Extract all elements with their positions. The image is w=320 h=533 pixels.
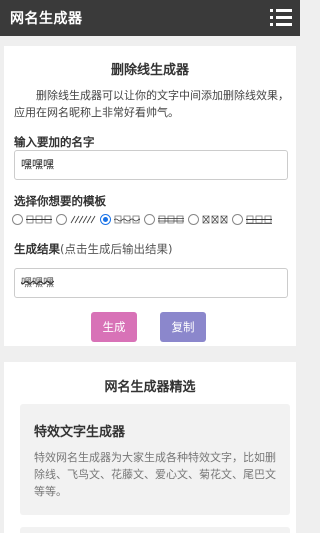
radio-button[interactable] (144, 214, 155, 225)
result-text: 嘿嘿嘿 (21, 276, 54, 289)
radio-button[interactable] (232, 214, 243, 225)
cross-sample-icon (202, 215, 228, 224)
featured-heading: 网名生成器精选 (104, 380, 196, 395)
copy-button[interactable]: 复制 (160, 312, 206, 342)
generator-description: 删除线生成器可以让你的文字中间添加删除线效果，应用在网名昵称上非常好看帅气。 (14, 89, 289, 119)
result-hint: (点击生成后输出结果) (60, 242, 173, 256)
result-label-text: 生成结果 (14, 242, 60, 256)
featured-item-title[interactable]: 特效文字生成器 (34, 421, 125, 440)
radio-button[interactable] (188, 214, 199, 225)
underline-strike-sample-icon (246, 215, 272, 224)
generate-button[interactable]: 生成 (91, 312, 137, 342)
result-label: 生成结果(点击生成后输出结果) (14, 241, 172, 257)
radio-button-checked[interactable] (100, 214, 111, 225)
result-output[interactable]: 嘿嘿嘿 (14, 268, 288, 298)
featured-item[interactable]: 特效文字生成器 特效网名生成器为大家生成各种特效文字，比如删除线、飞鸟文、花藤文… (20, 404, 290, 515)
slash-sample-icon (70, 215, 96, 224)
featured-item-next[interactable] (20, 527, 290, 533)
site-title[interactable]: 网名生成器 (10, 8, 83, 28)
radio-button[interactable] (56, 214, 67, 225)
top-bar: 网名生成器 (0, 0, 300, 36)
tilde-sample-icon (114, 215, 140, 224)
template-label: 选择你想要的模板 (14, 194, 106, 208)
strike-sample-icon (26, 215, 52, 224)
name-input[interactable]: 嘿嘿嘿 (14, 150, 288, 180)
template-options (12, 213, 292, 227)
featured-card: 网名生成器精选 特效文字生成器 特效网名生成器为大家生成各种特效文字，比如删除线… (4, 362, 296, 533)
double-strike-sample-icon (158, 215, 184, 224)
name-label: 输入要加的名字 (14, 135, 95, 149)
hamburger-menu-icon[interactable] (270, 9, 292, 27)
radio-button[interactable] (12, 214, 23, 225)
generator-heading: 删除线生成器 (110, 63, 189, 78)
featured-item-desc: 特效网名生成器为大家生成各种特效文字，比如删除线、飞鸟文、花藤文、爱心文、菊花文… (34, 451, 276, 498)
